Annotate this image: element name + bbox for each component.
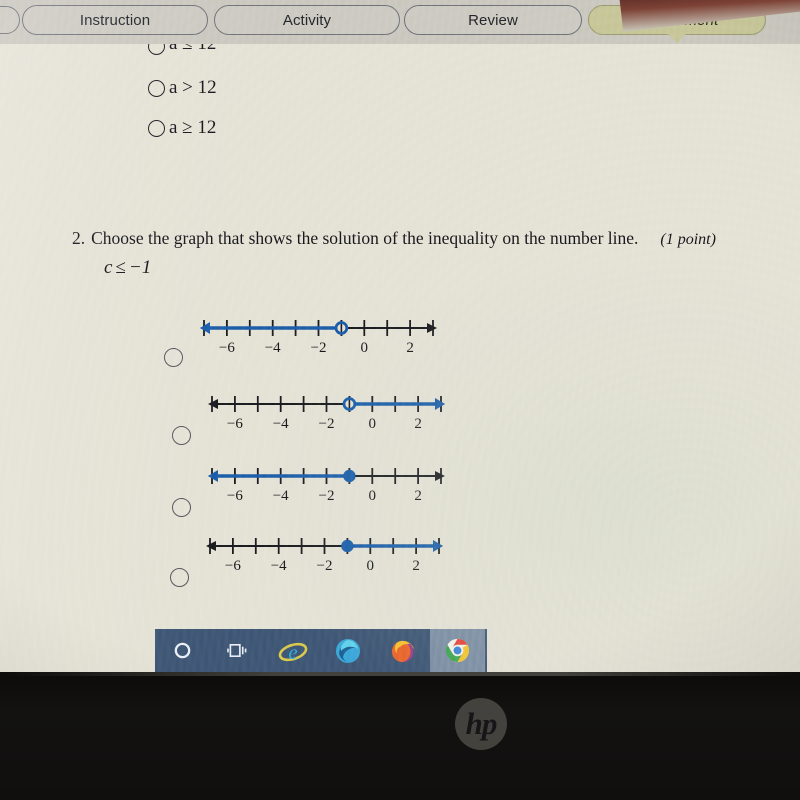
answer-choice-radio[interactable] — [172, 498, 191, 517]
number-line-tick-label: 2 — [414, 488, 422, 504]
solution-ray-arrow — [433, 540, 443, 552]
number-line-tick-label: −6 — [218, 340, 235, 356]
solution-ray-arrow — [435, 398, 445, 410]
answer-choice-radio[interactable] — [164, 348, 183, 367]
endpoint-closed-circle — [343, 469, 356, 483]
previous-option-row[interactable]: a ≤ 12 — [148, 44, 568, 66]
endpoint-closed-circle — [341, 539, 354, 553]
answer-choice-radio[interactable] — [172, 426, 191, 445]
number-line-tick-label: 0 — [360, 340, 369, 356]
cortana-icon[interactable] — [155, 629, 210, 672]
cortana-glyph — [174, 642, 191, 659]
previous-option-radio[interactable] — [148, 119, 165, 137]
axis-arrow-right — [427, 323, 437, 333]
number-line-tick-label: 0 — [366, 558, 375, 574]
laptop-screen: Instruction Activity Review Assessment a… — [0, 0, 800, 672]
firefox-glyph — [391, 640, 415, 663]
number-line-tick-label: −2 — [318, 416, 335, 432]
previous-option-label: a ≥ 12 — [169, 117, 217, 138]
hp-logo: hp — [455, 698, 507, 750]
tab-instruction-label: Instruction — [79, 11, 151, 29]
number-line-tick-label: 2 — [406, 340, 414, 356]
svg-text:e: e — [288, 640, 297, 664]
firefox-icon[interactable] — [375, 629, 430, 672]
answer-choice[interactable]: −6 −4 −2 0 2 — [166, 526, 466, 600]
number-line-tick-label: −6 — [226, 416, 243, 432]
number-line-tick-label: −4 — [264, 340, 281, 356]
laptop-photo: Instruction Activity Review Assessment a… — [0, 0, 800, 800]
number-line-tick-label: 0 — [368, 488, 377, 504]
solution-ray-arrow — [208, 470, 218, 482]
windows-taskbar: e — [155, 629, 487, 672]
question-inequality: c ≤ −1 — [104, 257, 151, 279]
tab-assessment[interactable]: Assessment — [588, 5, 766, 43]
assessment-document: a ≤ 12 a > 12 a ≥ 12 2.Choose the graph … — [0, 44, 800, 628]
question-number: 2. — [72, 228, 86, 248]
number-line-tick-label: −2 — [310, 340, 327, 356]
hp-logo-text: hp — [465, 706, 498, 741]
solution-ray-arrow — [200, 322, 210, 334]
google-chrome-glyph — [445, 638, 470, 663]
bezel-highlight — [0, 672, 800, 676]
question-text: Choose the graph that shows the solution… — [91, 228, 639, 248]
answer-choice[interactable]: −6 −4 −2 0 2 — [168, 384, 468, 458]
axis-arrow-left — [206, 541, 216, 551]
tab-assessment-label: Assessment — [635, 11, 719, 29]
tab-activity-label: Activity — [282, 11, 332, 29]
number-line-tick-label: −6 — [226, 488, 243, 504]
microsoft-edge-glyph — [335, 638, 360, 663]
inequality-value: −1 — [128, 257, 152, 278]
answer-choice[interactable]: −6 −4 −2 0 2 — [168, 456, 468, 530]
previous-option-row[interactable]: a ≥ 12 — [148, 108, 568, 148]
number-line-tick-label: −2 — [318, 488, 335, 504]
number-line-tick-label: −4 — [272, 488, 289, 504]
lesson-tab-strip: Instruction Activity Review Assessment — [0, 0, 800, 44]
previous-question-options: a ≤ 12 a > 12 a ≥ 12 — [148, 44, 568, 148]
previous-option-label: a ≤ 12 — [169, 44, 216, 55]
number-line-tick-label: −4 — [270, 558, 287, 574]
number-line-tick-label: 2 — [412, 558, 420, 574]
axis-arrow-right — [435, 471, 445, 481]
tab-activity[interactable]: Activity — [214, 5, 400, 35]
question-points: (1 point) — [660, 231, 716, 248]
number-line-tick-label: 2 — [414, 416, 422, 432]
number-line-tick-label: −6 — [224, 558, 241, 574]
task-view-icon[interactable] — [210, 629, 265, 672]
axis-arrow-left — [208, 399, 218, 409]
task-view-glyph — [227, 643, 247, 658]
number-line-tick-label: 0 — [368, 416, 377, 432]
tab-partial-offscreen[interactable] — [0, 6, 20, 34]
tab-instruction[interactable]: Instruction — [22, 5, 208, 35]
previous-option-label: a > 12 — [169, 77, 217, 98]
number-line-tick-label: −4 — [272, 416, 289, 432]
previous-option-radio[interactable] — [148, 44, 165, 55]
internet-explorer-glyph: e — [278, 640, 307, 664]
answer-choice-radio[interactable] — [170, 568, 189, 587]
question-stem: 2. Choose the graph that shows the soluti… — [72, 227, 798, 250]
previous-option-radio[interactable] — [148, 79, 165, 97]
internet-explorer-icon[interactable]: e — [265, 629, 320, 672]
microsoft-edge-icon[interactable] — [320, 629, 375, 672]
tab-review[interactable]: Review — [404, 5, 582, 35]
tab-review-label: Review — [468, 11, 518, 29]
inequality-operator: ≤ — [115, 257, 126, 278]
previous-option-row[interactable]: a > 12 — [148, 68, 568, 108]
google-chrome-icon[interactable] — [430, 629, 485, 672]
laptop-bezel — [0, 672, 800, 800]
answer-choice[interactable]: −6 −4 −2 0 2 — [160, 308, 460, 382]
number-line-tick-label: −2 — [316, 558, 333, 574]
